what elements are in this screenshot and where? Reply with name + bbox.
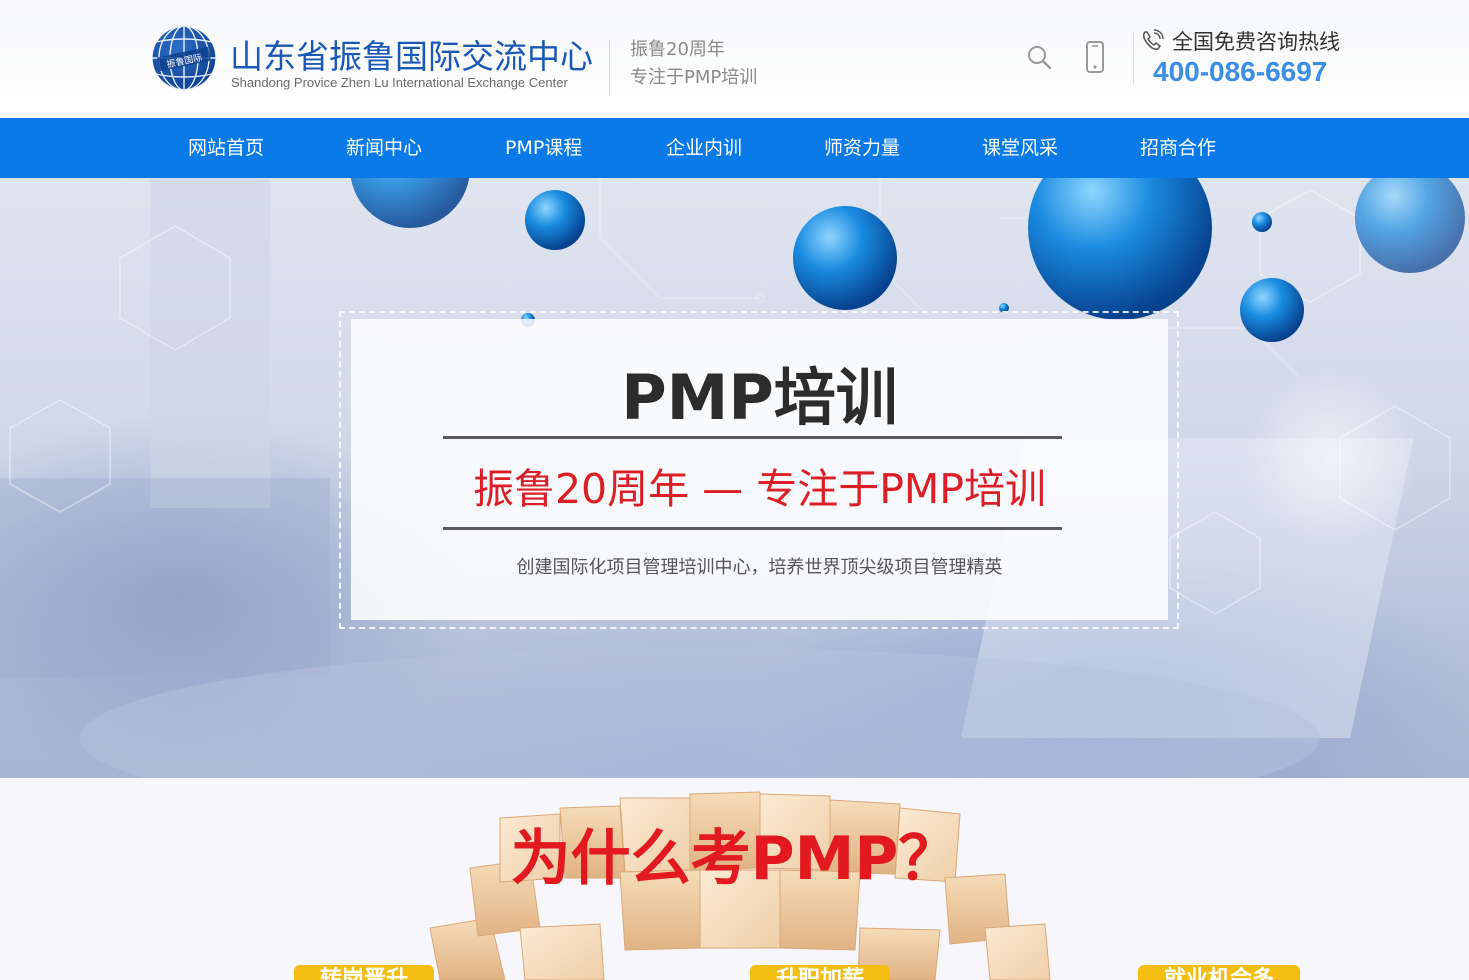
nav-item-news[interactable]: 新闻中心 — [346, 118, 422, 178]
hotline-label-group: 全国免费咨询热线 — [1140, 26, 1340, 56]
banner-divider-top — [443, 436, 1062, 439]
hotline-label: 全国免费咨询热线 — [1172, 30, 1340, 54]
search-icon — [1028, 46, 1052, 70]
banner-description: 创建国际化项目管理培训中心，培养世界顶尖级项目管理精英 — [516, 557, 1003, 578]
why-pmp-title: 为什么考PMP？ — [510, 824, 959, 894]
why-pmp-section: 为什么考PMP？ 转岗晋升 升职加薪 就业机会多 — [0, 778, 1469, 980]
nav-item-corporate-training[interactable]: 企业内训 — [666, 118, 742, 178]
mobile-site-button[interactable] — [1078, 40, 1112, 74]
search-button[interactable] — [1022, 40, 1056, 74]
site-header: 振鲁国际 山东省振鲁国际交流中心 Shandong Provice Zhen L… — [0, 0, 1469, 118]
slogan-line-1: 振鲁20周年 — [630, 39, 725, 60]
hotline-number[interactable]: 400-086-6697 — [1153, 56, 1327, 88]
banner-divider-bottom — [443, 527, 1062, 530]
nav-item-pmp-courses[interactable]: PMP课程 — [505, 118, 582, 178]
banner-title: PMP培训 — [621, 361, 898, 434]
banner-card: PMP培训 振鲁20周年 — 专注于PMP培训 创建国际化项目管理培训中心，培养… — [351, 319, 1168, 620]
main-nav: 网站首页 新闻中心 PMP课程 企业内训 师资力量 课堂风采 招商合作 — [0, 118, 1469, 178]
hero-banner[interactable]: PMP培训 振鲁20周年 — 专注于PMP培训 创建国际化项目管理培训中心，培养… — [0, 178, 1469, 778]
nav-item-faculty[interactable]: 师资力量 — [824, 118, 900, 178]
brand-name-cn[interactable]: 山东省振鲁国际交流中心 — [230, 30, 593, 78]
nav-item-home[interactable]: 网站首页 — [188, 118, 264, 178]
banner-subtitle: 振鲁20周年 — 专注于PMP培训 — [472, 465, 1047, 513]
nav-item-classroom[interactable]: 课堂风采 — [982, 118, 1058, 178]
globe-logo-icon[interactable]: 振鲁国际 — [150, 24, 218, 92]
header-divider-2 — [1133, 32, 1134, 84]
header-slogan: 振鲁20周年 专注于PMP培训 — [630, 36, 757, 92]
tag-career-change[interactable]: 转岗晋升 — [294, 965, 435, 980]
phone-call-icon — [1142, 29, 1164, 50]
mobile-phone-icon — [1086, 41, 1104, 73]
slogan-line-2: 专注于PMP培训 — [630, 67, 758, 88]
nav-item-partnership[interactable]: 招商合作 — [1140, 118, 1216, 178]
tag-more-jobs[interactable]: 就业机会多 — [1138, 965, 1301, 980]
tag-promotion-raise[interactable]: 升职加薪 — [750, 965, 891, 980]
brand-name-en: Shandong Provice Zhen Lu International E… — [231, 75, 568, 90]
header-divider — [609, 40, 610, 96]
